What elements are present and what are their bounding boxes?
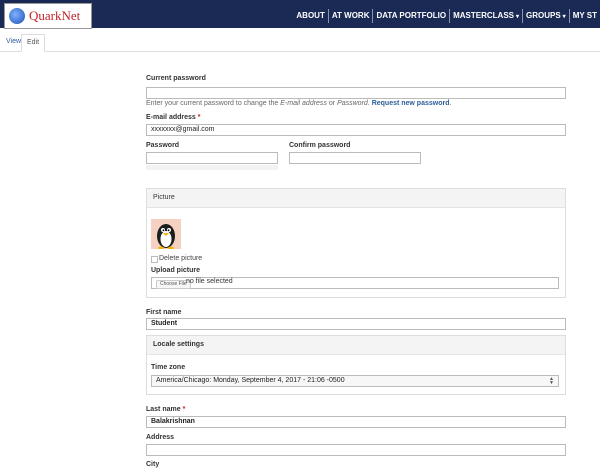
chevron-down-icon: ▾ [515, 14, 519, 20]
address-input[interactable] [146, 444, 566, 456]
nav-item-at-work[interactable]: AT WORK [327, 9, 373, 23]
chevron-down-icon: ▾ [562, 14, 566, 20]
tab-bar: View Edit [0, 32, 600, 52]
nav-item-groups[interactable]: GROUPS ▾ [522, 9, 569, 23]
nav-item-data-portfolio[interactable]: DATA PORTFOLIO [372, 9, 449, 23]
nav-item-about[interactable]: ABOUT [293, 9, 327, 23]
password-input[interactable] [146, 152, 278, 164]
time-zone-label: Time zone [151, 364, 186, 371]
top-navigation-bar: QuarkNet ABOUT AT WORK DATA PORTFOLIO MA… [0, 0, 600, 29]
select-arrows-icon: ▲ ▼ [549, 376, 554, 386]
current-password-input[interactable] [146, 87, 566, 99]
no-file-selected-text: no file selected [186, 278, 233, 285]
email-input[interactable]: xxxxxxx@gmail.com [146, 124, 566, 136]
city-label: City [146, 461, 160, 468]
user-avatar [151, 219, 181, 249]
password-label: Password [146, 142, 180, 149]
globe-icon [9, 8, 25, 24]
last-name-label: Last name * [146, 406, 186, 413]
confirm-password-label: Confirm password [289, 142, 351, 149]
delete-picture-label: Delete picture [159, 255, 203, 262]
password-strength-bar [146, 165, 278, 170]
confirm-password-input[interactable] [289, 152, 421, 164]
tab-edit[interactable]: Edit [21, 34, 46, 52]
current-password-label: Current password [146, 75, 206, 82]
penguin-avatar-icon [157, 224, 175, 249]
nav-item-masterclass[interactable]: MASTERCLASS ▾ [449, 9, 522, 23]
upload-picture-label: Upload picture [151, 267, 201, 274]
quarknet-logo[interactable]: QuarkNet [4, 3, 92, 29]
first-name-label: First name [146, 309, 182, 316]
picture-legend: Picture [147, 189, 565, 208]
first-name-input[interactable]: Student [146, 318, 566, 330]
request-new-password-link[interactable]: Request new password [372, 100, 450, 107]
email-label: E-mail address * [146, 114, 201, 121]
delete-picture-checkbox[interactable] [151, 256, 158, 263]
logo-text: QuarkNet [29, 8, 81, 23]
main-menu: ABOUT AT WORK DATA PORTFOLIO MASTERCLASS… [293, 9, 600, 23]
nav-item-my-stuff[interactable]: MY ST [568, 9, 600, 23]
locale-settings-legend: Locale settings [147, 336, 565, 355]
time-zone-value: America/Chicago: Monday, September 4, 20… [156, 377, 345, 384]
current-password-description: Enter your current password to change th… [146, 100, 452, 107]
last-name-input[interactable]: Balakrishnan [146, 416, 566, 428]
address-label: Address [146, 434, 175, 441]
time-zone-select[interactable]: America/Chicago: Monday, September 4, 20… [151, 375, 559, 387]
